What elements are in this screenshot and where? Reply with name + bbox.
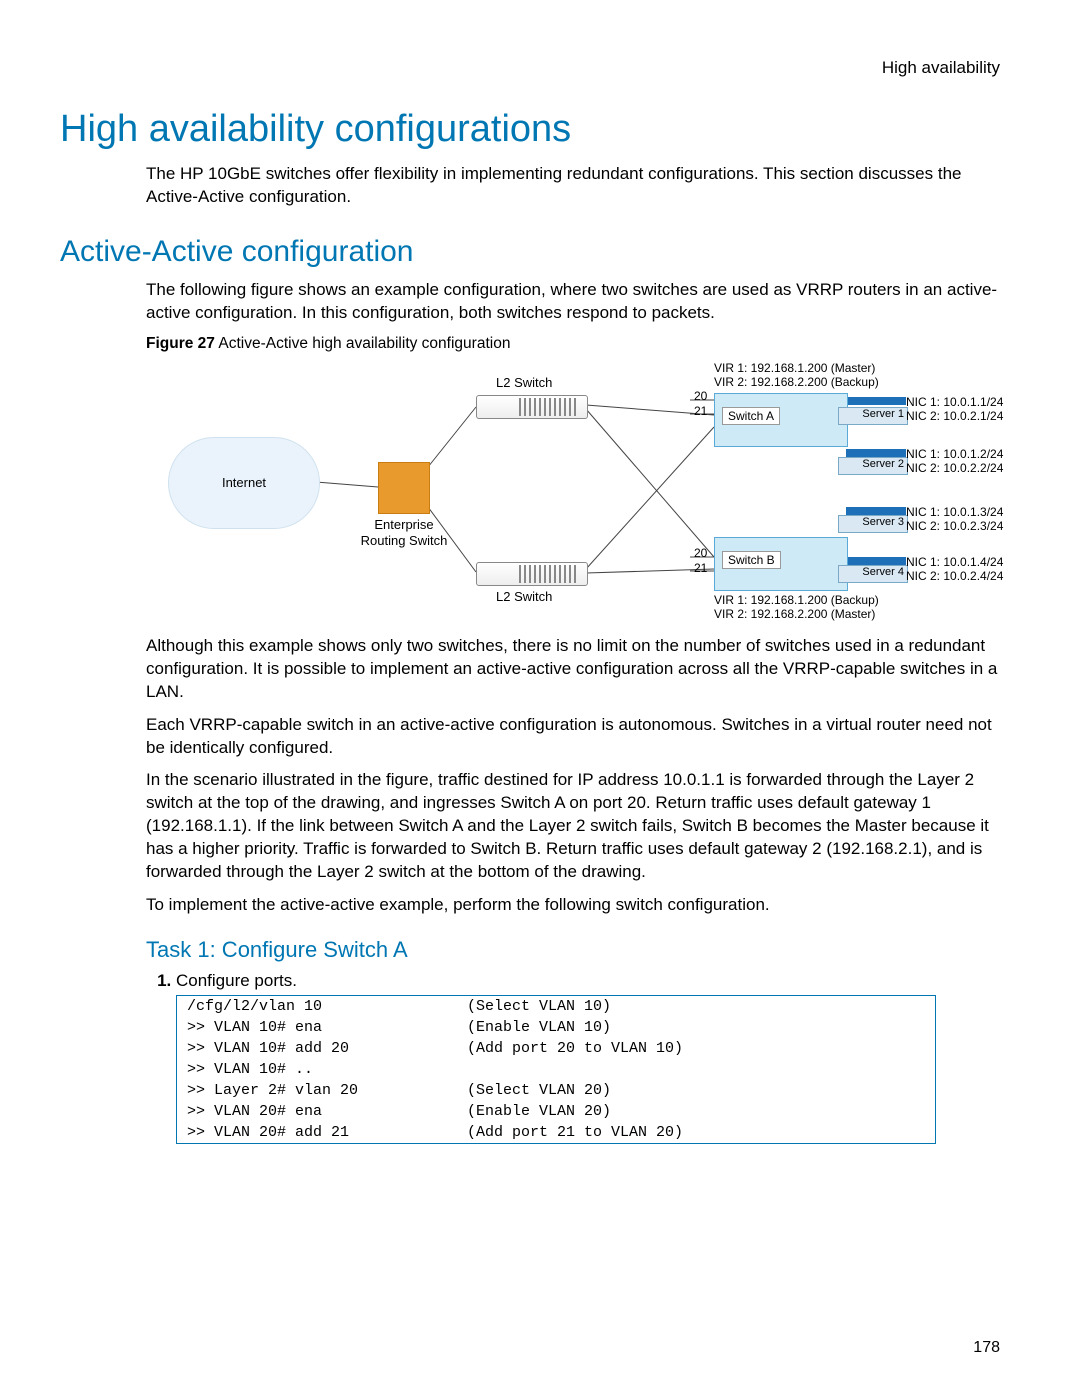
- nic-4-1: NIC 1: 10.0.1.4/24: [906, 555, 1026, 569]
- figure-caption-text: Active-Active high availability configur…: [218, 335, 510, 352]
- code-command: >> VLAN 10# ena: [177, 1017, 458, 1038]
- code-line: /cfg/l2/vlan 10(Select VLAN 10): [177, 996, 936, 1018]
- l2-switch-bottom-icon: [476, 562, 588, 586]
- code-line: >> VLAN 10# add 20(Add port 20 to VLAN 1…: [177, 1038, 936, 1059]
- switch-b-tag: Switch B: [722, 551, 781, 569]
- server-3: Server 3: [838, 515, 908, 533]
- nic-1-1: NIC 1: 10.0.1.1/24: [906, 395, 1026, 409]
- internet-cloud-icon: Internet: [168, 437, 320, 529]
- code-command: /cfg/l2/vlan 10: [177, 996, 458, 1018]
- code-command: >> VLAN 10# add 20: [177, 1038, 458, 1059]
- nic-3-1: NIC 1: 10.0.1.3/24: [906, 505, 1026, 519]
- task-heading: Task 1: Configure Switch A: [146, 937, 1000, 963]
- code-line: >> VLAN 10# ena(Enable VLAN 10): [177, 1017, 936, 1038]
- server-4: Server 4: [838, 565, 908, 583]
- router-label-1: Enterprise: [354, 517, 454, 532]
- code-command: >> VLAN 10# ..: [177, 1059, 458, 1080]
- port-21-label-b: 21: [694, 561, 707, 575]
- port-20-label-b: 20: [694, 546, 707, 560]
- vir-a2-label: VIR 2: 192.168.2.200 (Backup): [714, 375, 879, 389]
- code-line: >> VLAN 10# ..: [177, 1059, 936, 1080]
- vir-b1-label: VIR 1: 192.168.1.200 (Backup): [714, 593, 879, 607]
- code-command: >> Layer 2# vlan 20: [177, 1080, 458, 1101]
- nic-2-2: NIC 2: 10.0.2.2/24: [906, 461, 1026, 475]
- code-description: (Select VLAN 20): [457, 1080, 936, 1101]
- page-title: High availability configurations: [60, 108, 1000, 151]
- body-paragraph: To implement the active-active example, …: [146, 894, 1000, 917]
- code-description: (Enable VLAN 20): [457, 1101, 936, 1122]
- step-list: Configure ports.: [146, 971, 1000, 991]
- nic-2-1: NIC 1: 10.0.1.2/24: [906, 447, 1026, 461]
- code-description: (Add port 20 to VLAN 10): [457, 1038, 936, 1059]
- code-block: /cfg/l2/vlan 10(Select VLAN 10)>> VLAN 1…: [176, 995, 936, 1144]
- l2-switch-top-icon: [476, 395, 588, 419]
- server-2: Server 2: [838, 457, 908, 475]
- running-header: High availability: [60, 58, 1000, 78]
- code-command: >> VLAN 20# add 21: [177, 1122, 458, 1144]
- code-description: (Enable VLAN 10): [457, 1017, 936, 1038]
- figure-label: Figure 27: [146, 335, 215, 352]
- page-number: 178: [973, 1339, 1000, 1357]
- code-description: (Select VLAN 10): [457, 996, 936, 1018]
- internet-label: Internet: [222, 475, 266, 490]
- code-line: >> Layer 2# vlan 20(Select VLAN 20): [177, 1080, 936, 1101]
- code-description: [457, 1059, 936, 1080]
- nic-4-2: NIC 2: 10.0.2.4/24: [906, 569, 1026, 583]
- nic-1-2: NIC 2: 10.0.2.1/24: [906, 409, 1026, 423]
- nic-3-2: NIC 2: 10.0.2.3/24: [906, 519, 1026, 533]
- vir-a1-label: VIR 1: 192.168.1.200 (Master): [714, 361, 875, 375]
- figure-caption: Figure 27 Active-Active high availabilit…: [146, 335, 1000, 353]
- intro-paragraph: The HP 10GbE switches offer flexibility …: [146, 163, 1000, 209]
- step-text: Configure ports.: [176, 971, 297, 990]
- section-heading: Active-Active configuration: [60, 235, 1000, 269]
- router-icon: [378, 462, 430, 514]
- vir-b2-label: VIR 2: 192.168.2.200 (Master): [714, 607, 875, 621]
- switch-a-tag: Switch A: [722, 407, 780, 425]
- body-paragraph: Although this example shows only two swi…: [146, 635, 1000, 704]
- server-1: Server 1: [838, 407, 908, 425]
- network-diagram: Internet Enterprise Routing Switch L2 Sw…: [146, 357, 1006, 627]
- code-line: >> VLAN 20# add 21(Add port 21 to VLAN 2…: [177, 1122, 936, 1144]
- step-item: Configure ports.: [176, 971, 1000, 991]
- port-20-label-a: 20: [694, 389, 707, 403]
- l2-switch-bottom-label: L2 Switch: [496, 589, 552, 604]
- body-paragraph: In the scenario illustrated in the figur…: [146, 769, 1000, 884]
- body-paragraph: The following figure shows an example co…: [146, 279, 1000, 325]
- body-paragraph: Each VRRP-capable switch in an active-ac…: [146, 714, 1000, 760]
- router-label-2: Routing Switch: [344, 533, 464, 548]
- code-line: >> VLAN 20# ena(Enable VLAN 20): [177, 1101, 936, 1122]
- code-command: >> VLAN 20# ena: [177, 1101, 458, 1122]
- code-description: (Add port 21 to VLAN 20): [457, 1122, 936, 1144]
- port-21-label-a: 21: [694, 404, 707, 418]
- l2-switch-top-label: L2 Switch: [496, 375, 552, 390]
